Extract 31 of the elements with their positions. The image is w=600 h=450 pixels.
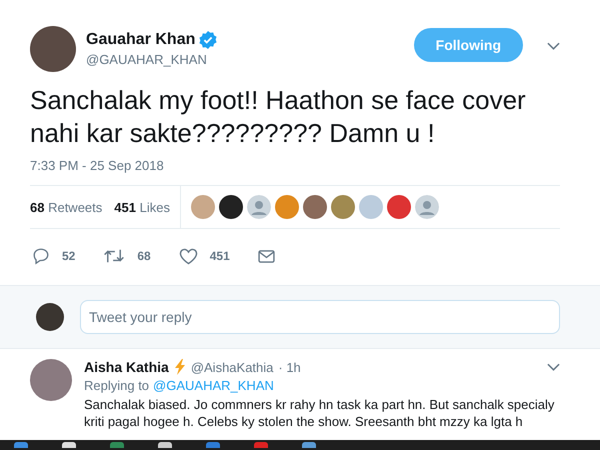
envelope-icon[interactable] <box>258 250 275 262</box>
tweet-text: Sanchalak my foot!! Haathon se face cover nahi kar sakte????????? Damn u ! <box>30 84 527 150</box>
avatar-photo-placeholder[interactable] <box>30 26 76 72</box>
reply-time[interactable]: · 1h <box>278 360 301 374</box>
action-count: 68 <box>137 249 151 263</box>
stat-count[interactable]: 451 Likes <box>114 200 170 214</box>
default-avatar-icon[interactable] <box>414 195 439 219</box>
taskbar-app-icon[interactable] <box>302 442 316 448</box>
avatar-photo-placeholder[interactable] <box>218 195 243 219</box>
reply-icon[interactable] <box>32 247 50 265</box>
author-name[interactable]: Gauahar Khan <box>86 31 196 49</box>
stat-count[interactable]: 68 Retweets <box>30 200 102 214</box>
chevron-down-icon[interactable] <box>547 42 560 50</box>
replying-to-label: Replying to <box>84 378 150 393</box>
heart-icon[interactable] <box>178 248 198 264</box>
action-count: 451 <box>210 249 230 263</box>
reply-text: Sanchalak biased. Jo commners kr rahy hn task ka part hn. But sanchalk specialy kriti pagal hogee h. Celebs ky stolen the show. Sreesanth bht mzzy ka lgta h <box>84 396 556 430</box>
reply-author-name[interactable]: Aisha Kathia <box>84 359 169 375</box>
chevron-down-icon[interactable] <box>547 363 560 371</box>
lightning-icon <box>174 359 186 375</box>
tweet-timestamp[interactable]: 7:33 PM - 25 Sep 2018 <box>30 158 560 186</box>
retweet-icon[interactable] <box>103 248 126 264</box>
mention-link[interactable]: @GAUAHAR_KHAN <box>153 378 274 393</box>
following-button[interactable]: Following <box>414 28 523 62</box>
taskbar-app-icon[interactable] <box>158 442 172 448</box>
author-handle[interactable]: @GAUAHAR_KHAN <box>86 52 404 67</box>
reply-input-field[interactable]: Tweet your reply <box>80 300 560 334</box>
reply-handle[interactable]: @AishaKathia <box>190 360 274 374</box>
action-count: 52 <box>62 249 76 263</box>
avatar-photo-placeholder[interactable] <box>36 303 64 331</box>
taskbar-app-icon[interactable] <box>62 442 76 448</box>
